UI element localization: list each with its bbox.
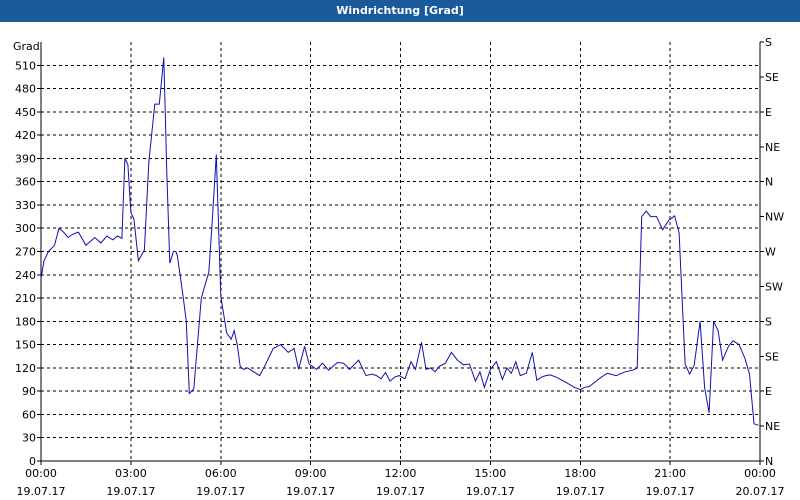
series-line-wind-direction bbox=[40, 57, 759, 426]
wind-direction-chart: 0306090120150180210240270300330360390420… bbox=[13, 36, 785, 498]
x-tick-label-time: 09:00 bbox=[295, 467, 327, 480]
x-tick-label-time: 00:00 bbox=[744, 467, 776, 480]
y-tick-label: 270 bbox=[15, 246, 36, 259]
right-axis-label: E bbox=[765, 385, 772, 398]
y-tick-label: 420 bbox=[15, 129, 36, 142]
y-tick-label: 150 bbox=[15, 339, 36, 352]
y-tick-label: 300 bbox=[15, 222, 36, 235]
y-tick-label: 180 bbox=[15, 315, 36, 328]
y-axis-tick-labels: 0306090120150180210240270300330360390420… bbox=[15, 59, 36, 468]
y-tick-label: 390 bbox=[15, 152, 36, 165]
right-axis-label: W bbox=[765, 246, 776, 259]
x-tick-label-date: 19.07.17 bbox=[646, 485, 695, 498]
y-tick-label: 240 bbox=[15, 269, 36, 282]
y-axis-label: Grad bbox=[13, 40, 40, 53]
x-tick-label-time: 12:00 bbox=[385, 467, 417, 480]
right-axis-compass-labels: SSEENENNWWSWSSEENEN bbox=[765, 36, 784, 468]
y-tick-label: 60 bbox=[22, 408, 36, 421]
x-tick-label-date: 19.07.17 bbox=[106, 485, 155, 498]
x-tick-label-time: 03:00 bbox=[115, 467, 147, 480]
right-axis-label: NE bbox=[765, 141, 780, 154]
x-tick-label-date: 19.07.17 bbox=[196, 485, 245, 498]
x-tick-label-time: 06:00 bbox=[205, 467, 237, 480]
x-tick-label-time: 18:00 bbox=[564, 467, 596, 480]
x-tick-label-date: 20.07.17 bbox=[736, 485, 785, 498]
y-tick-label: 210 bbox=[15, 292, 36, 305]
y-tick-label: 360 bbox=[15, 176, 36, 189]
x-tick-label-time: 00:00 bbox=[25, 467, 57, 480]
right-axis-label: NE bbox=[765, 420, 780, 433]
y-tick-label: 90 bbox=[22, 385, 36, 398]
x-tick-label-date: 19.07.17 bbox=[376, 485, 425, 498]
right-axis-label: SE bbox=[765, 71, 779, 84]
right-axis-label: N bbox=[765, 176, 773, 189]
x-tick-label-date: 19.07.17 bbox=[286, 485, 335, 498]
y-tick-label: 510 bbox=[15, 59, 36, 72]
grid-lines bbox=[41, 42, 760, 461]
x-tick-label-date: 19.07.17 bbox=[556, 485, 605, 498]
x-tick-label-time: 15:00 bbox=[475, 467, 507, 480]
y-tick-label: 30 bbox=[22, 432, 36, 445]
right-axis-label: S bbox=[765, 36, 772, 49]
right-axis-label: NW bbox=[765, 211, 784, 224]
right-axis-label: S bbox=[765, 315, 772, 328]
x-tick-label-date: 19.07.17 bbox=[17, 485, 66, 498]
y-tick-label: 330 bbox=[15, 199, 36, 212]
right-axis-label: E bbox=[765, 106, 772, 119]
y-tick-label: 120 bbox=[15, 362, 36, 375]
x-tick-label-date: 19.07.17 bbox=[466, 485, 515, 498]
y-tick-label: 450 bbox=[15, 106, 36, 119]
right-axis-label: SW bbox=[765, 280, 783, 293]
x-axis-tick-labels: 00:00 19.07.17 03:00 19.07.17 06:00 19.07.17 0… bbox=[17, 467, 785, 498]
x-tick-label-time: 21:00 bbox=[654, 467, 686, 480]
y-tick-label: 480 bbox=[15, 83, 36, 96]
right-axis-label: SE bbox=[765, 350, 779, 363]
